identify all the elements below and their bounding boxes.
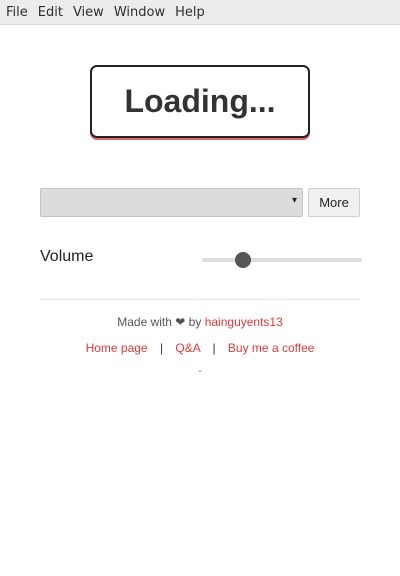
link-separator: | — [212, 341, 216, 355]
footer-dash: - — [198, 366, 202, 377]
made-with-label: Made with — [117, 315, 172, 329]
loading-text: Loading... — [124, 83, 276, 119]
menu-bar: File Edit View Window Help — [0, 0, 400, 25]
more-button[interactable]: More — [308, 188, 360, 217]
menu-help[interactable]: Help — [170, 0, 210, 25]
home-page-link[interactable]: Home page — [86, 341, 148, 355]
footer-links: Home page | Q&A | Buy me a coffee — [0, 341, 400, 355]
buy-coffee-link[interactable]: Buy me a coffee — [228, 341, 315, 355]
volume-label: Volume — [40, 248, 94, 265]
preset-select[interactable]: ▾ — [40, 188, 303, 217]
loading-button[interactable]: Loading... — [90, 65, 310, 138]
menu-view[interactable]: View — [68, 0, 109, 25]
menu-file[interactable]: File — [1, 0, 33, 25]
qa-link[interactable]: Q&A — [175, 341, 200, 355]
author-link[interactable]: hainguyents13 — [205, 315, 283, 329]
menu-window[interactable]: Window — [109, 0, 170, 25]
heart-icon: ❤ — [175, 315, 186, 329]
menu-edit[interactable]: Edit — [33, 0, 68, 25]
link-separator: | — [159, 341, 164, 355]
made-with-text: Made with ❤ by hainguyents13 — [0, 315, 400, 329]
volume-slider-thumb[interactable] — [235, 252, 252, 268]
chevron-down-icon: ▾ — [291, 195, 297, 206]
footer-divider — [40, 299, 360, 300]
by-label: by — [188, 315, 202, 329]
volume-slider-track[interactable] — [202, 258, 362, 262]
